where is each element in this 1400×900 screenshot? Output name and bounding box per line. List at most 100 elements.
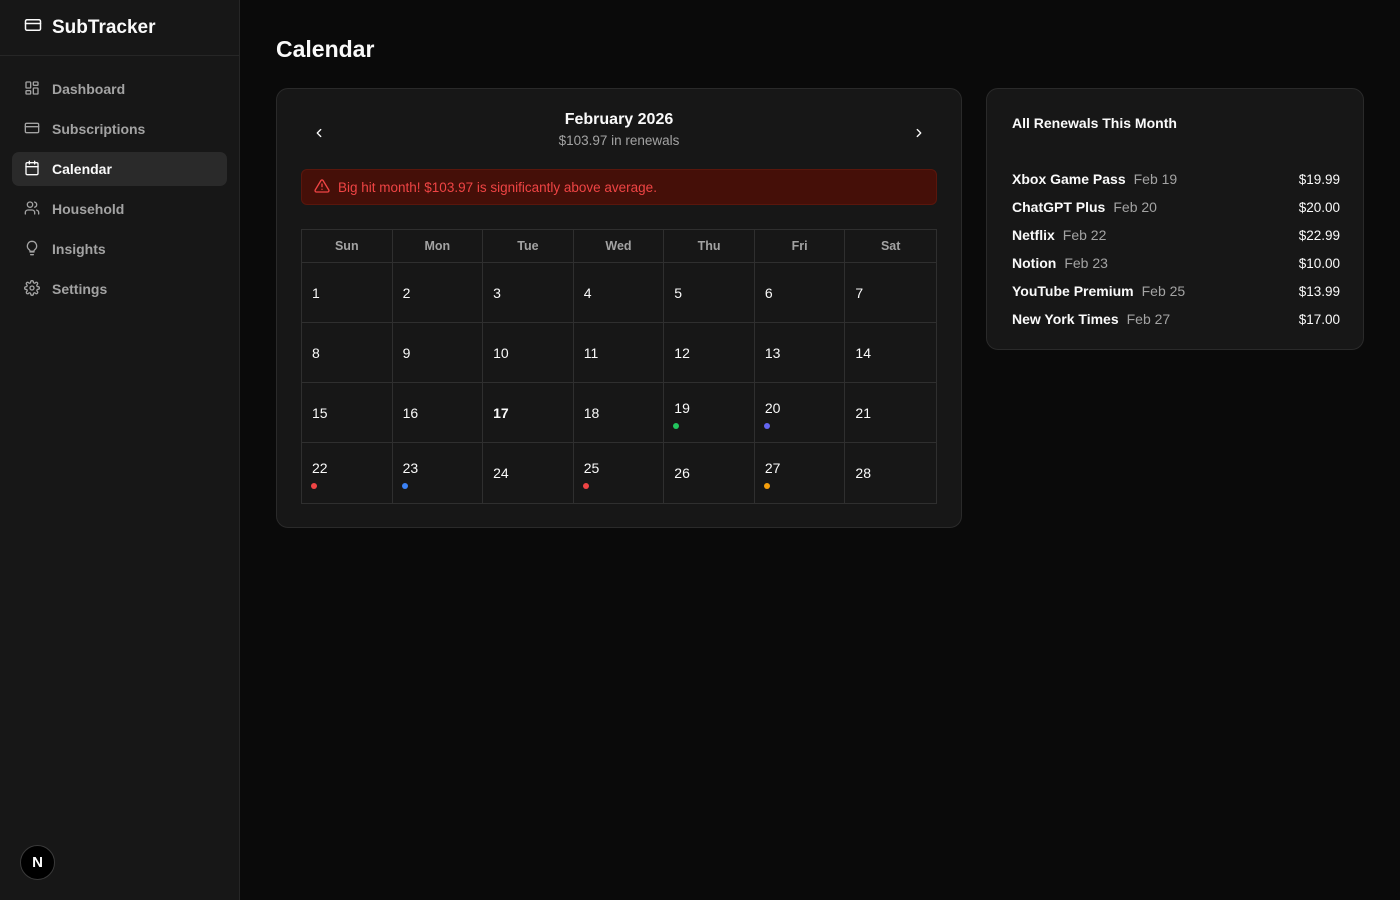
- renewal-info: Netflix Feb 22: [1012, 227, 1106, 243]
- calendar-day[interactable]: 4: [573, 263, 665, 323]
- calendar-day[interactable]: 6: [754, 263, 846, 323]
- renewal-info: Xbox Game Pass Feb 19: [1012, 171, 1177, 187]
- renewal-date: Feb 27: [1126, 311, 1171, 327]
- day-number: 9: [402, 345, 411, 361]
- renewal-dot: [311, 483, 317, 489]
- calendar-day[interactable]: 14: [845, 323, 936, 383]
- sidebar-item-subscriptions[interactable]: Subscriptions: [12, 112, 227, 146]
- calendar-day[interactable]: 24: [483, 443, 574, 503]
- sidebar-nav: Dashboard Subscriptions Calendar Househo…: [0, 56, 239, 322]
- renewal-name: Notion: [1012, 255, 1057, 271]
- renewal-name: YouTube Premium: [1012, 283, 1134, 299]
- day-number: 10: [493, 345, 509, 361]
- renewal-row[interactable]: YouTube Premium Feb 25 $13.99: [1012, 277, 1340, 305]
- calendar-day[interactable]: 18: [573, 383, 665, 443]
- day-number: 2: [402, 285, 411, 301]
- calendar-header: February 2026 $103.97 in renewals: [277, 111, 961, 148]
- day-number: 5: [674, 285, 683, 301]
- sidebar: SubTracker Dashboard Subscriptions Calen…: [0, 0, 240, 900]
- renewal-date: Feb 20: [1113, 199, 1157, 215]
- calendar-day[interactable]: 5: [664, 263, 755, 323]
- renewal-dot: [763, 483, 770, 489]
- renewal-date: Feb 19: [1133, 171, 1178, 187]
- renewal-date: Feb 23: [1064, 255, 1108, 271]
- sidebar-item-label: Household: [52, 201, 125, 217]
- day-number: 12: [674, 345, 690, 361]
- weekday-header: Sun: [302, 230, 393, 263]
- renewal-amount: $17.00: [1298, 311, 1340, 327]
- calendar-day[interactable]: 10: [483, 323, 574, 383]
- renewal-name: Netflix: [1012, 227, 1055, 243]
- renewal-name: New York Times: [1012, 311, 1119, 327]
- sidebar-item-label: Settings: [52, 281, 108, 297]
- calendar-day[interactable]: 28: [845, 443, 936, 503]
- renewal-dot: [763, 423, 770, 429]
- day-number: 19: [674, 400, 690, 416]
- day-number: 4: [583, 285, 592, 301]
- renewal-name: Xbox Game Pass: [1012, 171, 1126, 187]
- day-number: 17: [493, 405, 509, 421]
- dashboard-grid-icon: [24, 80, 40, 99]
- calendar-day[interactable]: 7: [845, 263, 936, 323]
- calendar-day[interactable]: 13: [754, 323, 846, 383]
- calendar-day[interactable]: 3: [483, 263, 574, 323]
- sidebar-item-dashboard[interactable]: Dashboard: [12, 72, 227, 106]
- renewal-dot: [673, 423, 680, 429]
- calendar-day[interactable]: 19: [664, 383, 755, 443]
- day-number: 18: [583, 405, 600, 421]
- renewal-amount: $19.99: [1298, 171, 1340, 187]
- day-number: 13: [764, 345, 781, 361]
- calendar-day[interactable]: 9: [392, 323, 484, 383]
- sidebar-item-calendar[interactable]: Calendar: [12, 152, 227, 186]
- day-number: 3: [493, 285, 501, 301]
- calendar-day[interactable]: 1: [302, 263, 393, 323]
- renewal-row[interactable]: Xbox Game Pass Feb 19 $19.99: [1012, 165, 1340, 193]
- renewal-row[interactable]: Netflix Feb 22 $22.99: [1012, 221, 1340, 249]
- renewal-row[interactable]: New York Times Feb 27 $17.00: [1012, 305, 1340, 333]
- sidebar-item-settings[interactable]: Settings: [12, 272, 227, 306]
- sidebar-item-household[interactable]: Household: [12, 192, 227, 226]
- renewal-amount: $22.99: [1298, 227, 1340, 243]
- day-number: 28: [855, 465, 871, 481]
- day-number: 15: [312, 405, 328, 421]
- day-number: 26: [674, 465, 690, 481]
- users-icon: [24, 200, 40, 219]
- sidebar-item-label: Insights: [52, 241, 106, 257]
- calendar-day[interactable]: 22: [302, 443, 393, 503]
- sidebar-item-insights[interactable]: Insights: [12, 232, 227, 266]
- calendar-day[interactable]: 16: [392, 383, 484, 443]
- weekday-header: Sat: [845, 230, 936, 263]
- renewal-info: ChatGPT Plus Feb 20: [1012, 199, 1157, 215]
- calendar-day[interactable]: 27: [755, 443, 846, 503]
- calendar-day[interactable]: 20: [754, 383, 846, 443]
- renewal-name: ChatGPT Plus: [1012, 199, 1106, 215]
- sidebar-item-label: Calendar: [52, 161, 112, 177]
- calendar-day[interactable]: 11: [573, 323, 665, 383]
- calendar-day[interactable]: 17: [483, 383, 574, 443]
- page-title: Calendar: [276, 36, 375, 62]
- calendar-day[interactable]: 23: [393, 443, 484, 503]
- calendar-day[interactable]: 2: [392, 263, 484, 323]
- day-number: 14: [855, 345, 871, 361]
- calendar-day[interactable]: 12: [664, 323, 755, 383]
- day-number: 24: [493, 465, 509, 481]
- renewal-amount: $20.00: [1298, 199, 1340, 215]
- day-number: 21: [855, 405, 871, 421]
- renewal-row[interactable]: ChatGPT Plus Feb 20 $20.00: [1012, 193, 1340, 221]
- calendar-day[interactable]: 25: [574, 443, 665, 503]
- weekday-header: Wed: [573, 230, 665, 263]
- renewal-dot: [582, 483, 589, 489]
- day-number: 16: [402, 405, 419, 421]
- renewals-card: All Renewals This Month Xbox Game Pass Fe…: [986, 88, 1364, 350]
- calendar-day[interactable]: 21: [845, 383, 936, 443]
- renewal-row[interactable]: Notion Feb 23 $10.00: [1012, 249, 1340, 277]
- calendar-day[interactable]: 26: [664, 443, 755, 503]
- brand[interactable]: SubTracker: [0, 0, 239, 56]
- avatar[interactable]: N: [20, 845, 55, 880]
- renewal-dot: [401, 483, 408, 489]
- calendar-day[interactable]: 15: [302, 383, 393, 443]
- day-number: 23: [402, 460, 419, 476]
- next-month-button[interactable]: [907, 123, 931, 147]
- calendar-day[interactable]: 8: [302, 323, 393, 383]
- renewal-amount: $10.00: [1298, 255, 1340, 271]
